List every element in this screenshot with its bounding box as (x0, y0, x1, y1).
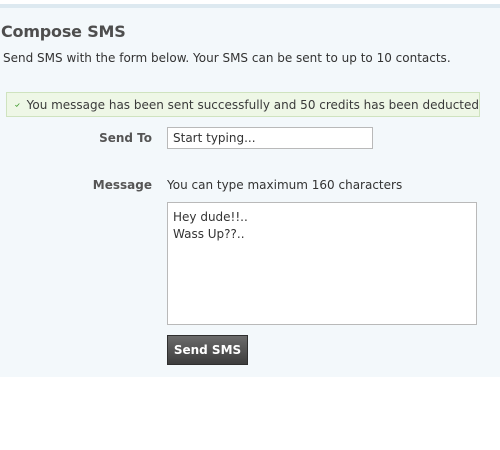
message-hint: You can type maximum 160 characters (167, 178, 403, 192)
send-to-label: Send To (99, 131, 152, 145)
check-icon (15, 102, 20, 107)
success-notice: You message has been sent successfully a… (6, 92, 480, 117)
message-label: Message (92, 178, 152, 192)
success-message: You message has been sent successfully a… (26, 97, 479, 112)
page-title: Compose SMS (1, 22, 126, 41)
send-sms-button[interactable]: Send SMS (167, 335, 248, 365)
message-textarea[interactable]: Hey dude!!.. Wass Up??.. (167, 202, 477, 325)
send-to-input[interactable] (167, 127, 373, 149)
page-subtitle: Send SMS with the form below. Your SMS c… (3, 51, 451, 65)
